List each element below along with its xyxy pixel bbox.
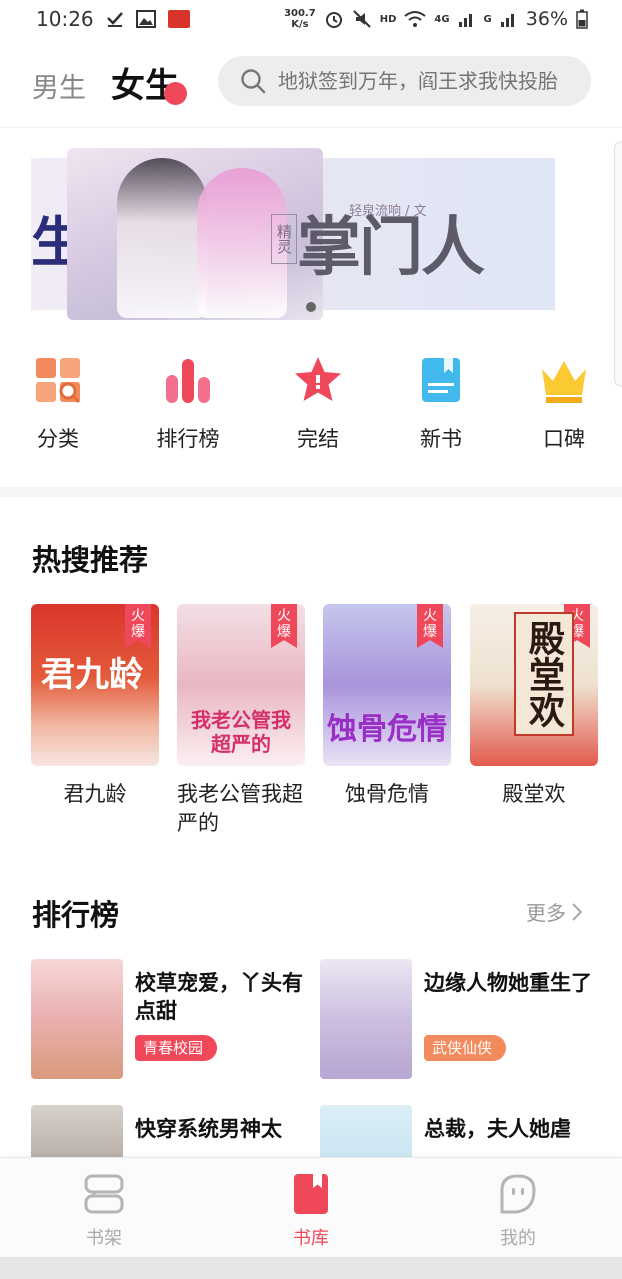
- battery-icon: [576, 9, 588, 29]
- signal-icon-2: [500, 14, 514, 27]
- more-label: 更多: [526, 901, 566, 925]
- battery-percent: 36%: [525, 8, 568, 30]
- book-cover: 火爆 我老公管我超严的: [177, 604, 305, 766]
- library-icon: [294, 1174, 328, 1214]
- cover-title: 殿堂欢: [514, 612, 574, 736]
- book-cover: 火爆 殿堂欢: [470, 604, 598, 766]
- book-title: 边缘人物她重生了: [424, 971, 592, 995]
- bottom-navigation: 书架 书库 我的: [0, 1157, 622, 1257]
- ranking-bars-icon: [166, 359, 210, 403]
- hot-badge: 火爆: [125, 604, 151, 648]
- book-cover: 火爆 君九龄: [31, 604, 159, 766]
- banner-title: 掌门人: [297, 210, 485, 285]
- ranking-title: 排行榜: [32, 898, 120, 932]
- search-icon: [241, 69, 266, 94]
- signal-type: G: [483, 13, 492, 25]
- hot-search-title: 热搜推荐: [32, 543, 149, 577]
- banner-tag: 精灵: [271, 214, 297, 264]
- section-divider: [0, 487, 622, 497]
- net-speed: 300.7 K/s: [284, 8, 316, 30]
- book-title: 快穿系统男神太: [135, 1117, 282, 1141]
- more-link[interactable]: 更多: [526, 897, 582, 926]
- hot-book-card[interactable]: 火爆 蚀骨危情 蚀骨危情: [323, 604, 451, 809]
- mute-icon: [352, 10, 371, 28]
- category-ranking[interactable]: 排行榜: [138, 355, 238, 453]
- active-tab-dot: [164, 82, 187, 105]
- category-label: 口碑: [543, 427, 585, 451]
- cover-title: 蚀骨危情: [327, 712, 447, 747]
- nav-label: 书架: [86, 1228, 122, 1249]
- category-row: 分类 排行榜 完结 新书 口碑: [0, 355, 622, 465]
- nav-label: 我的: [500, 1228, 536, 1249]
- download-done-icon: [106, 12, 123, 27]
- alarm-icon: [325, 12, 342, 28]
- net-speed-value: 300.7: [284, 8, 316, 19]
- signal-icon: [458, 14, 472, 27]
- genre-tag: 武侠仙侠: [424, 1035, 507, 1061]
- category-new-books[interactable]: 新书: [391, 355, 491, 453]
- category-label: 排行榜: [156, 427, 220, 451]
- bookshelf-icon: [84, 1174, 124, 1214]
- status-time: 10:26: [36, 7, 94, 31]
- top-header: 男生 女生: [0, 38, 622, 128]
- search-input[interactable]: [278, 69, 578, 93]
- side-drawer-handle[interactable]: [614, 141, 622, 387]
- book-cover: [31, 1105, 123, 1157]
- ranking-list-item[interactable]: 边缘人物她重生了 武侠仙侠: [320, 959, 610, 1081]
- nav-bookshelf[interactable]: 书架: [54, 1172, 154, 1250]
- category-label: 完结: [297, 427, 339, 451]
- nav-library[interactable]: 书库: [261, 1172, 361, 1250]
- nav-profile[interactable]: 我的: [468, 1172, 568, 1250]
- cover-title: 君九龄: [41, 655, 143, 695]
- system-home-bar: [0, 1257, 622, 1279]
- carousel-indicator: [306, 302, 316, 312]
- crown-icon: [542, 361, 586, 403]
- chevron-right-icon: [572, 902, 582, 921]
- ranking-list-item[interactable]: 总裁，夫人她虐: [320, 1105, 610, 1157]
- category-grid-icon: [36, 358, 81, 404]
- network-type: 4G: [434, 13, 450, 25]
- genre-tag: 青春校园: [135, 1035, 218, 1061]
- book-cover: [320, 1105, 412, 1157]
- book-title: 总裁，夫人她虐: [424, 1117, 571, 1141]
- hot-book-card[interactable]: 火爆 君九龄 君九龄: [31, 604, 159, 809]
- wifi-icon: [404, 11, 426, 27]
- book-title: 校草宠爱，丫头有点甜: [135, 971, 303, 1023]
- book-cover: [31, 959, 123, 1079]
- hot-book-card[interactable]: 火爆 我老公管我超严的 我老公管我超严的: [177, 604, 305, 838]
- new-book-icon: [422, 358, 460, 402]
- tab-male[interactable]: 男生: [32, 66, 86, 105]
- book-title: 殿堂欢: [502, 782, 566, 806]
- banner-carousel[interactable]: 生 精灵 轻泉流响 / 文 掌门人: [31, 148, 555, 320]
- image-icon: [135, 10, 156, 28]
- hot-badge: 火爆: [417, 604, 443, 648]
- book-cover: [320, 959, 412, 1079]
- status-bar: 10:26 300.7 K/s HD 4G G 36%: [0, 0, 622, 38]
- category-finished[interactable]: 完结: [268, 355, 368, 453]
- book-title: 君九龄: [63, 782, 127, 806]
- hd-indicator: HD: [379, 13, 397, 25]
- net-speed-unit: K/s: [291, 19, 309, 30]
- profile-icon: [500, 1174, 536, 1214]
- app-notification-icon: [167, 10, 190, 28]
- banner-figure-left: [117, 158, 207, 318]
- book-cover: 火爆 蚀骨危情: [323, 604, 451, 766]
- ranking-list-item[interactable]: 快穿系统男神太: [31, 1105, 321, 1157]
- cover-title: 我老公管我超严的: [191, 708, 291, 756]
- category-reputation[interactable]: 口碑: [514, 355, 614, 453]
- category-label: 新书: [420, 427, 462, 451]
- ranking-list-item[interactable]: 校草宠爱，丫头有点甜 青春校园: [31, 959, 321, 1081]
- book-title: 蚀骨危情: [345, 782, 429, 806]
- hot-book-card[interactable]: 火爆 殿堂欢 殿堂欢: [470, 604, 598, 809]
- book-title: 我老公管我超严的: [177, 782, 303, 835]
- nav-label: 书库: [293, 1228, 329, 1249]
- search-bar[interactable]: [218, 56, 591, 106]
- category-label: 分类: [37, 427, 79, 451]
- hot-badge: 火爆: [271, 604, 297, 648]
- category-classify[interactable]: 分类: [8, 355, 108, 453]
- finished-star-icon: [295, 357, 341, 401]
